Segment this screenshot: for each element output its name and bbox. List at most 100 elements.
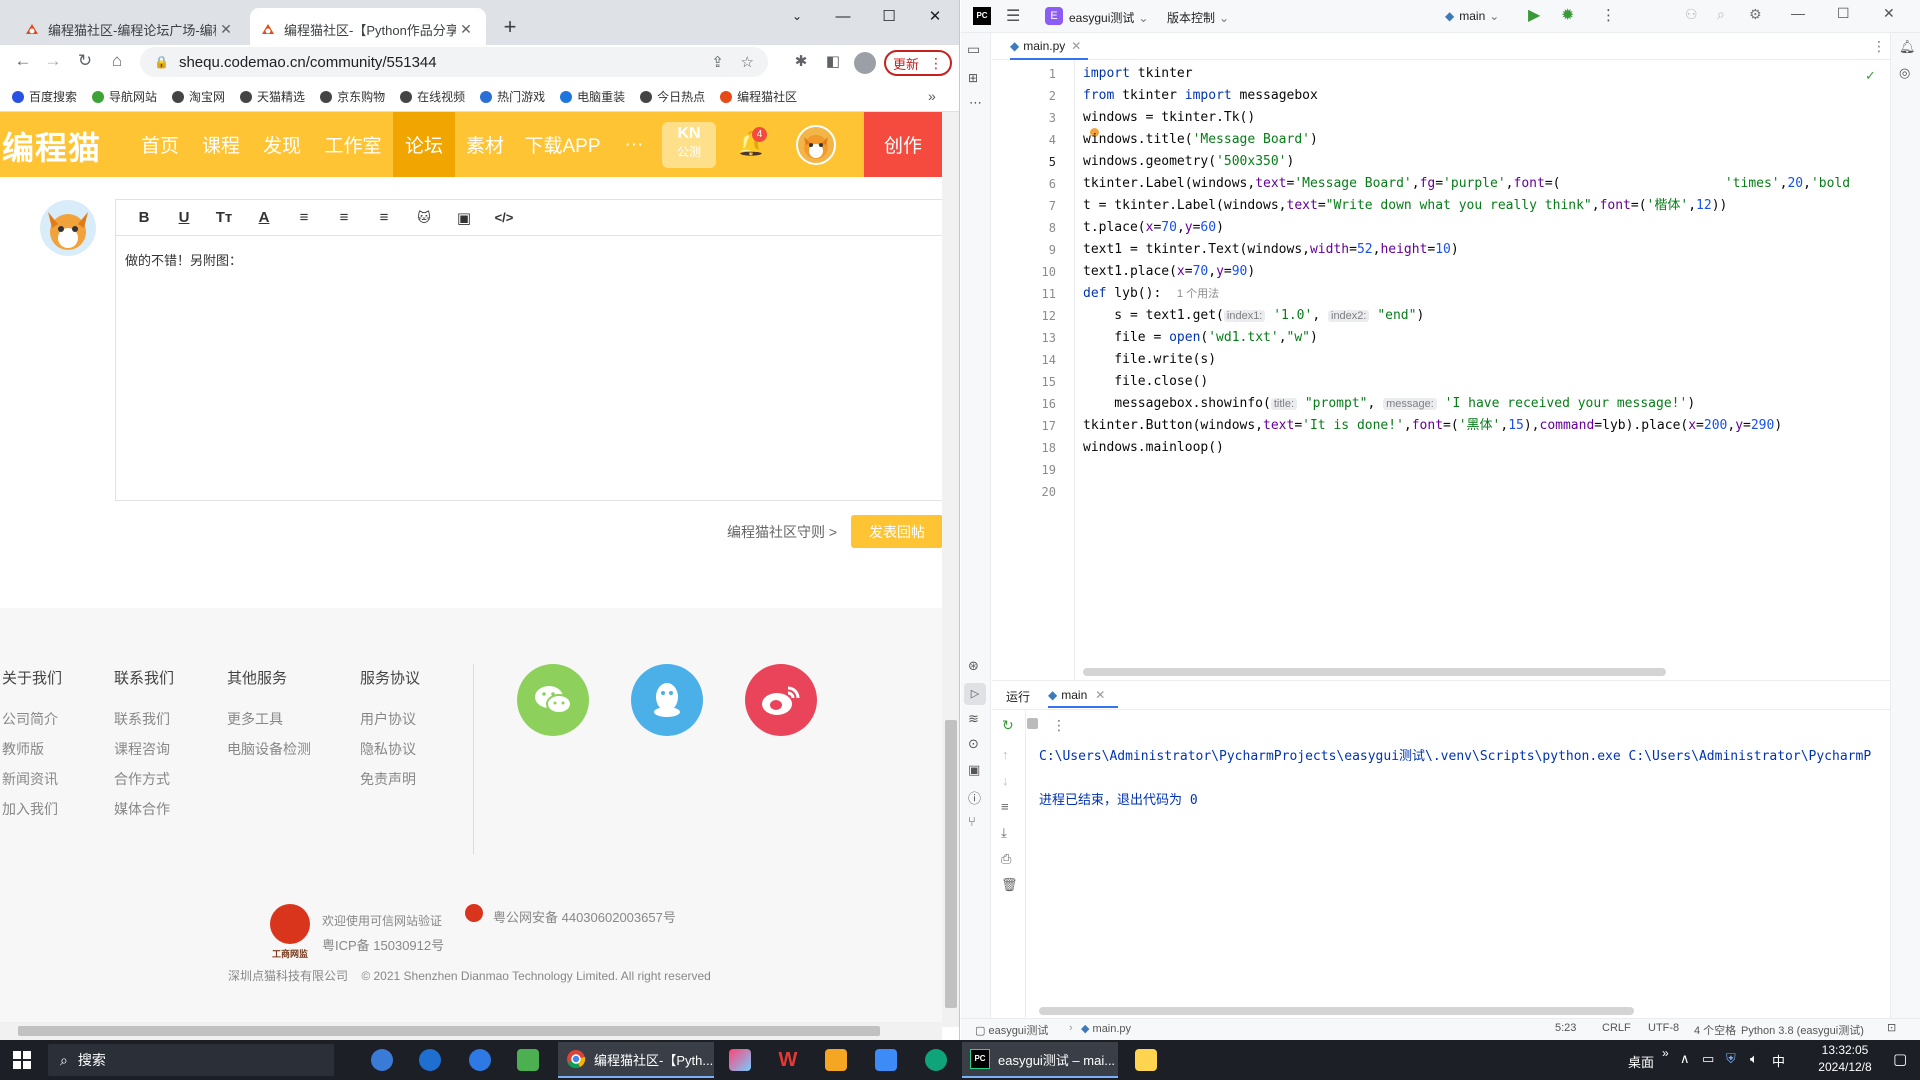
run-icon[interactable]: ▶	[1528, 5, 1540, 25]
page-vertical-scrollbar[interactable]	[942, 112, 959, 1027]
profile-avatar[interactable]	[854, 52, 876, 74]
home-icon[interactable]: ⌂	[102, 46, 132, 76]
nav-download-app[interactable]: 下载APP	[515, 112, 610, 177]
horizontal-scroll-thumb[interactable]	[18, 1026, 880, 1036]
layers-icon[interactable]: ≋	[968, 711, 979, 727]
nav-studio[interactable]: 工作室	[314, 112, 392, 177]
footer-link[interactable]: 隐私协议	[360, 739, 416, 759]
python-packages-icon[interactable]: ⊛	[968, 658, 979, 674]
bookmark-item[interactable]: 编程猫社区	[720, 88, 797, 105]
notification-center-icon[interactable]: ▢	[1893, 1050, 1907, 1068]
text-color-icon[interactable]: A	[244, 209, 284, 226]
debug-bug-icon[interactable]: ✹	[1561, 5, 1574, 25]
close-tab-icon[interactable]: ✕	[216, 21, 236, 38]
ide-maximize-button[interactable]: ☐	[1837, 5, 1850, 22]
ide-minimize-button[interactable]: —	[1791, 5, 1805, 21]
security-shield-icon[interactable]: ⛨	[1726, 1051, 1736, 1067]
maximize-button[interactable]: ☐	[866, 0, 912, 32]
nav-courses[interactable]: 课程	[192, 112, 250, 177]
indent-setting[interactable]: 4 个空格	[1694, 1022, 1736, 1038]
soft-wrap-icon[interactable]: ≡	[1001, 799, 1009, 814]
wechat-icon[interactable]	[517, 664, 589, 736]
align-left-icon[interactable]: ≡	[284, 209, 324, 226]
ai-assistant-icon[interactable]: ◎	[1899, 65, 1910, 81]
vertical-scroll-thumb[interactable]	[945, 720, 957, 1008]
footer-link[interactable]: 电脑设备检测	[227, 739, 311, 759]
rerun-icon[interactable]: ↻	[1002, 717, 1014, 734]
more-actions-icon[interactable]: ⋮	[1601, 6, 1616, 24]
browser-tab-python[interactable]: 编程猫社区-【Python作品分享】 ✕	[250, 8, 486, 50]
editor-horizontal-scrollbar[interactable]	[1083, 668, 1666, 676]
update-button[interactable]: 更新 ⋮	[884, 50, 952, 76]
taskbar-chrome-button[interactable]: 编程猫社区-【Pyth...	[558, 1042, 714, 1078]
git-branch-icon[interactable]: ⑂	[968, 814, 976, 829]
console-horizontal-scrollbar[interactable]	[1039, 1007, 1634, 1015]
bookmark-item[interactable]: 在线视频	[400, 88, 465, 105]
create-button[interactable]: 创作	[864, 112, 942, 177]
reload-icon[interactable]: ↻	[70, 46, 100, 76]
notes-app-icon[interactable]	[816, 1040, 856, 1080]
trash-icon[interactable]: 🗑︎	[1001, 877, 1018, 893]
post-reply-button[interactable]: 发表回帖	[851, 515, 943, 548]
footer-link[interactable]: 免责声明	[360, 769, 416, 789]
terminal-icon[interactable]: ▣	[968, 762, 980, 778]
project-selector[interactable]: easygui测试 ⌄	[1069, 9, 1148, 26]
windows-start-icon[interactable]	[2, 1040, 42, 1080]
tray-overflow-icon[interactable]: ∧	[1680, 1051, 1690, 1067]
lock-file-icon[interactable]: ⊡	[1887, 1021, 1896, 1034]
clock[interactable]: 13:32:05 2024/12/8	[1800, 1042, 1890, 1076]
print-icon[interactable]: ⎙	[1001, 851, 1011, 867]
bookmark-item[interactable]: 今日热点	[640, 88, 705, 105]
scroll-to-end-icon[interactable]: ⤓	[1001, 825, 1007, 841]
nav-materials[interactable]: 素材	[457, 112, 513, 177]
align-right-icon[interactable]: ≡	[364, 209, 404, 226]
nav-discover[interactable]: 发现	[252, 112, 312, 177]
bold-icon[interactable]: B	[124, 209, 164, 226]
taskbar-search-box[interactable]: ⌕ 搜索	[48, 1044, 334, 1076]
bookmark-item[interactable]: 京东购物	[320, 88, 385, 105]
structure-icon[interactable]: ⊞	[968, 71, 978, 85]
site-logo[interactable]: 编程猫	[2, 123, 101, 169]
edge-app-icon[interactable]	[916, 1040, 956, 1080]
forward-arrow-icon[interactable]: →	[38, 46, 68, 76]
line-separator[interactable]: CRLF	[1602, 1022, 1631, 1034]
trust-site-text[interactable]: 欢迎使用可信网站验证	[322, 912, 442, 929]
close-tab-icon[interactable]: ✕	[456, 21, 476, 38]
desktop-toolbar-label[interactable]: 桌面	[1628, 1052, 1654, 1071]
more-bookmarks-icon[interactable]: »	[928, 88, 936, 104]
ide-close-button[interactable]: ✕	[1883, 5, 1895, 22]
file-encoding[interactable]: UTF-8	[1648, 1022, 1679, 1034]
taskbar-pycharm-button[interactable]: PC easygui测试 – mai...	[962, 1042, 1118, 1078]
add-user-icon[interactable]: ⚇	[1685, 6, 1698, 23]
breadcrumb-project[interactable]: ▢ easygui测试	[975, 1022, 1048, 1038]
editor-more-icon[interactable]: ⋮	[1872, 38, 1886, 55]
python-interpreter[interactable]: Python 3.8 (easygui测试)	[1741, 1022, 1864, 1038]
footer-link[interactable]: 更多工具	[227, 709, 283, 729]
font-size-icon[interactable]: Tт	[204, 209, 244, 226]
services-icon[interactable]: ⊙	[968, 736, 979, 752]
nav-more[interactable]: ···	[614, 112, 654, 177]
code-icon[interactable]: </>	[484, 210, 524, 225]
browser-tab-forum[interactable]: 编程猫社区-编程论坛广场-编程主 ✕	[14, 8, 246, 50]
weibo-icon[interactable]	[745, 664, 817, 736]
run-config-selector[interactable]: ◆ main ⌄	[1445, 9, 1499, 23]
nav-forum[interactable]: 论坛	[393, 112, 455, 177]
toolbar-chevron-icon[interactable]: »	[1662, 1046, 1669, 1060]
side-panel-icon[interactable]: ◧	[818, 46, 848, 76]
run-toolwindow-icon[interactable]: ▷	[964, 683, 986, 705]
user-avatar[interactable]	[796, 125, 836, 165]
footer-link[interactable]: 课程咨询	[114, 739, 170, 759]
page-horizontal-scrollbar[interactable]	[0, 1022, 942, 1040]
hamburger-menu-icon[interactable]: ☰	[1006, 6, 1020, 26]
share-icon[interactable]: ⇪	[711, 53, 724, 71]
address-bar[interactable]: 🔒 shequ.codemao.cn/community/551344 ⇪ ☆	[140, 47, 768, 77]
run-tab-main[interactable]: ◆ main ✕	[1048, 688, 1105, 702]
store-app-icon[interactable]	[508, 1040, 548, 1080]
scroll-down-icon[interactable]: ↓	[1002, 773, 1009, 788]
stop-icon[interactable]	[1027, 718, 1038, 729]
footer-link[interactable]: 公司简介	[2, 709, 58, 729]
police-record-text[interactable]: 粤公网安备 44030602003657号	[493, 907, 676, 926]
more-tools-icon[interactable]: ⋯	[969, 95, 982, 111]
emoji-icon[interactable]: 🐱	[404, 210, 444, 226]
project-folder-icon[interactable]: ▭	[967, 41, 980, 58]
